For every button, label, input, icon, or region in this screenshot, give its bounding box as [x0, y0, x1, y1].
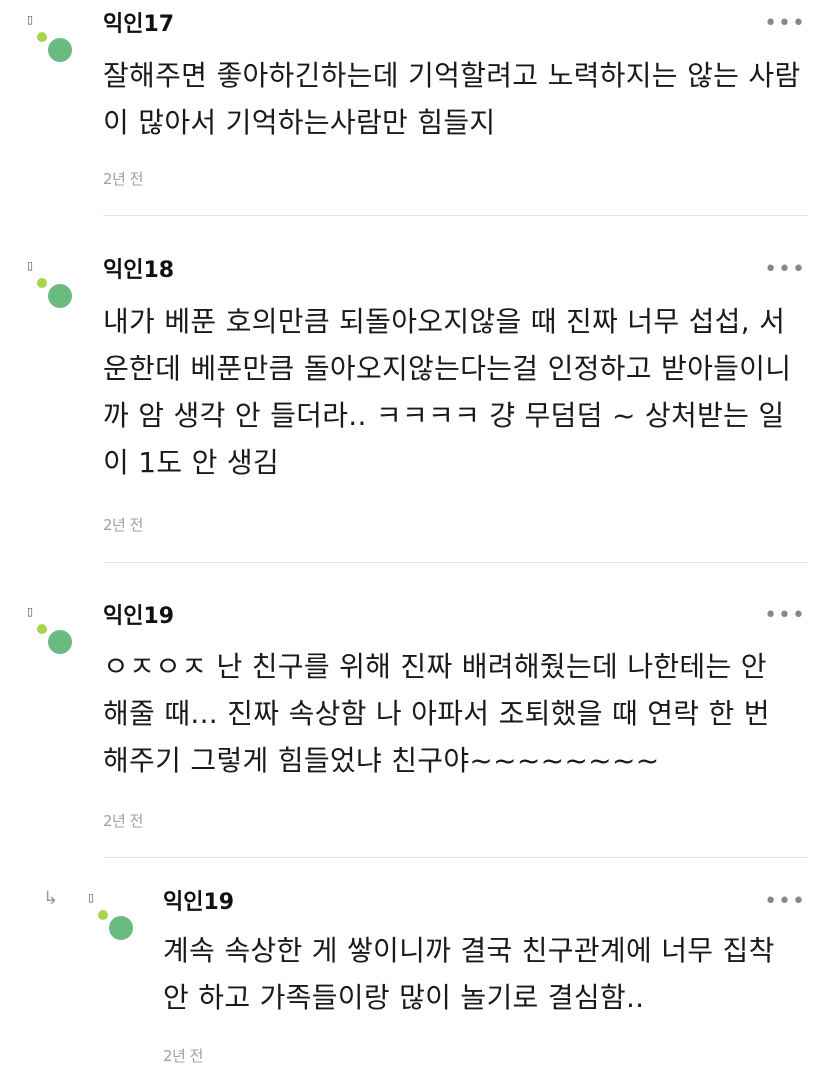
- more-dots-icon[interactable]: •••: [764, 259, 806, 281]
- avatar-dot-icon: [48, 284, 72, 308]
- avatar-marker-icon: ▯: [27, 13, 34, 26]
- comment-author: 익인18: [103, 258, 175, 283]
- divider: [103, 562, 808, 563]
- comment-time: 2년 전: [163, 1047, 203, 1065]
- avatar: ▯: [27, 260, 87, 320]
- comment-text: 잘해주면 좋아하긴하는데 기억할려고 노력하지는 않는 사람이 많아서 기억하는…: [103, 59, 801, 139]
- comment-text: 계속 속상한 게 쌓이니까 결국 친구관계에 너무 집착 안 하고 가족들이랑 …: [163, 934, 775, 1014]
- avatar-small-dot-icon: [37, 278, 47, 288]
- avatar-dot-icon: [109, 916, 133, 940]
- avatar-marker-icon: ▯: [27, 605, 34, 618]
- comment-time: 2년 전: [103, 516, 143, 534]
- avatar: ▯: [88, 892, 148, 952]
- comment-time: 2년 전: [103, 170, 143, 188]
- avatar-small-dot-icon: [37, 32, 47, 42]
- comment-text: 내가 베푼 호의만큼 되돌아오지않을 때 진짜 너무 섭섭, 서운한데 베푼만큼…: [103, 305, 792, 479]
- avatar-small-dot-icon: [37, 624, 47, 634]
- comment-time: 2년 전: [103, 812, 143, 830]
- avatar-marker-icon: ▯: [27, 259, 34, 272]
- avatar: ▯: [27, 14, 87, 74]
- reply-arrow-icon: ↳: [43, 888, 59, 909]
- avatar-dot-icon: [48, 38, 72, 62]
- comment-author: 익인19: [103, 604, 175, 629]
- more-dots-icon[interactable]: •••: [764, 13, 806, 35]
- comment-text: ㅇㅈㅇㅈ 난 친구를 위해 진짜 배려해줬는데 나한테는 안 해줄 때... 진…: [103, 650, 770, 777]
- avatar: ▯: [27, 606, 87, 666]
- comment-author: 익인19: [163, 890, 235, 915]
- more-dots-icon[interactable]: •••: [764, 891, 806, 913]
- divider: [103, 857, 808, 858]
- divider: [103, 215, 808, 216]
- avatar-marker-icon: ▯: [88, 891, 95, 904]
- avatar-dot-icon: [48, 630, 72, 654]
- more-dots-icon[interactable]: •••: [764, 605, 806, 627]
- comment-author: 익인17: [103, 12, 175, 37]
- avatar-small-dot-icon: [98, 910, 108, 920]
